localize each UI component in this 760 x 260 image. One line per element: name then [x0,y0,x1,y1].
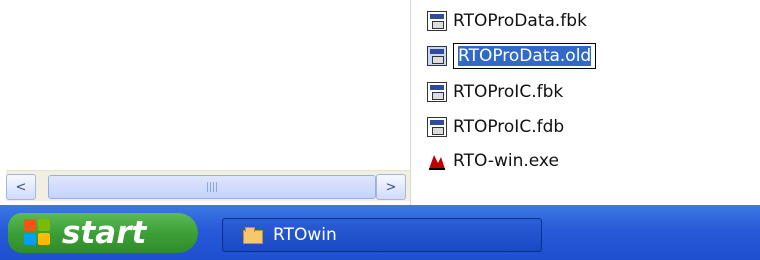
start-button[interactable]: start [8,213,198,253]
rto-app-icon [427,151,447,171]
file-name: RTOProData.fbk [453,11,587,31]
file-name: RTOProIC.fbk [453,82,564,102]
windows-logo-icon [24,219,52,247]
firebird-file-icon [427,11,447,31]
chevron-right-icon: > [385,179,397,195]
firebird-file-icon [427,117,447,137]
file-item-rtoproic-fbk[interactable]: RTOProIC.fbk [427,78,563,106]
scroll-right-button[interactable]: > [376,174,406,200]
chevron-left-icon: < [15,179,27,195]
taskbar-window-button[interactable]: RTOwin [222,218,542,252]
file-item-rtoprodata-old[interactable]: RTOProData.old [427,42,597,70]
file-name: RTOProIC.fdb [453,117,565,137]
firebird-file-icon [427,46,447,66]
grip-icon [207,182,219,192]
file-list: RTOProData.fbk RTOProData.old RTOProIC.f… [411,0,760,205]
file-name: RTO-win.exe [453,151,559,171]
file-item-rtoprodata-fbk[interactable]: RTOProData.fbk [427,7,587,35]
folder-icon [243,227,263,244]
file-name: RTOProData.old [458,46,592,66]
horizontal-scrollbar[interactable]: < > [6,170,410,201]
taskbar: start RTOwin [0,205,760,260]
window-label: RTOwin [273,225,337,245]
rename-field[interactable]: RTOProData.old [453,43,597,69]
file-item-rto-win-exe[interactable]: RTO-win.exe [427,147,559,175]
file-item-rtoproic-fdb[interactable]: RTOProIC.fdb [427,113,564,141]
scroll-thumb[interactable] [48,175,376,199]
scroll-left-button[interactable]: < [6,174,36,200]
start-label: start [62,215,147,251]
left-pane: < > [0,0,411,205]
firebird-file-icon [427,82,447,102]
